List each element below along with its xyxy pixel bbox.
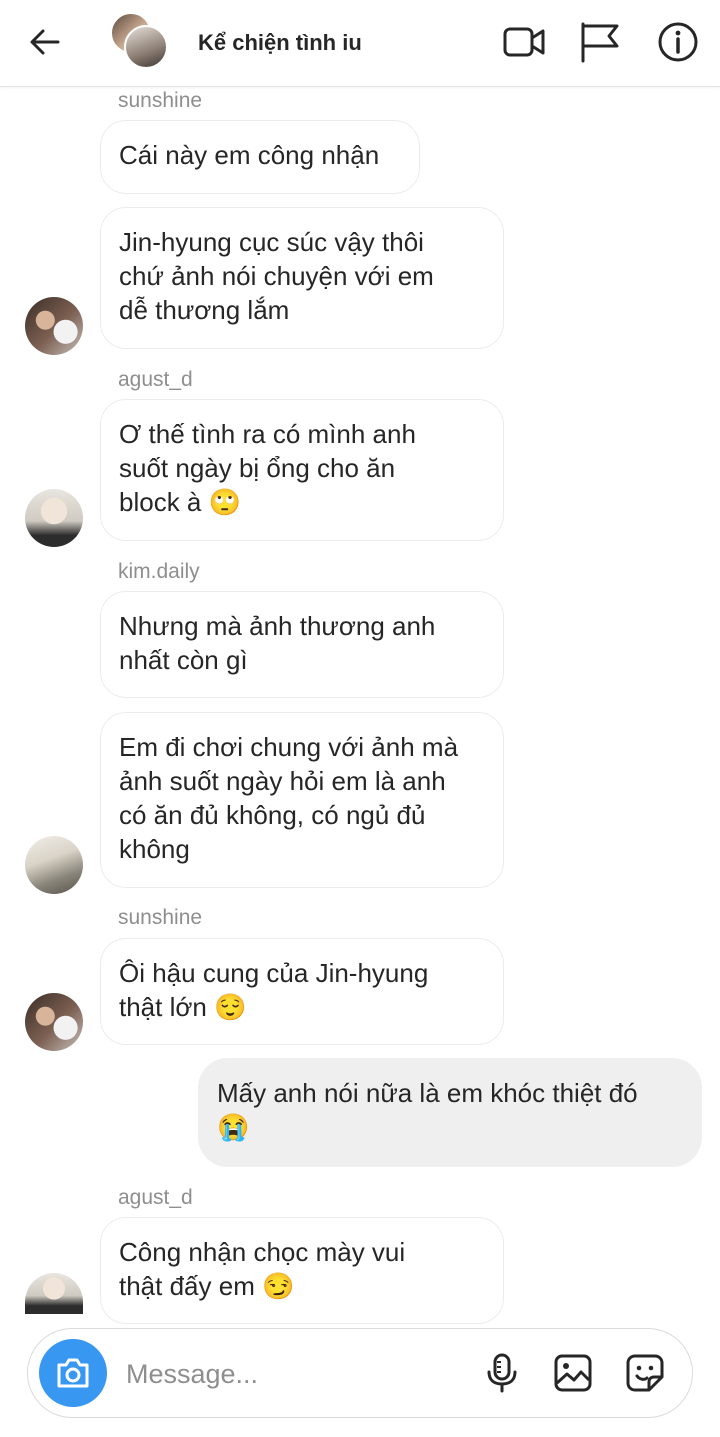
message-line: nhất còn gì bbox=[119, 645, 248, 675]
video-camera-icon[interactable] bbox=[502, 20, 546, 64]
camera-icon bbox=[57, 1358, 89, 1388]
message-line: thật lớn bbox=[119, 992, 207, 1022]
message-line: block à bbox=[119, 487, 202, 517]
loudly-crying-face-emoji: 😭 bbox=[217, 1112, 250, 1142]
microphone-icon[interactable] bbox=[482, 1353, 522, 1393]
chat-header: Kể chiện tình iu bbox=[0, 0, 720, 87]
message-line: Ôi hậu cung của Jin-hyung bbox=[119, 958, 429, 988]
own-message-bubble[interactable]: Mấy anh nói nữa là em khóc thiệt đó 😭 bbox=[198, 1058, 702, 1167]
message-username: agust_d bbox=[118, 1186, 193, 1209]
message-username: kim.daily bbox=[118, 560, 200, 583]
message-line: Ơ thế tình ra có mình anh bbox=[119, 419, 416, 449]
message-bubble[interactable]: Ơ thế tình ra có mình anh suốt ngày bị ổ… bbox=[100, 399, 504, 541]
message-line: Công nhận chọc mày vui bbox=[119, 1237, 406, 1267]
message-input[interactable] bbox=[124, 1353, 428, 1395]
sticker-icon[interactable] bbox=[625, 1353, 665, 1393]
message-line: thật đấy em bbox=[119, 1271, 255, 1301]
avatar[interactable] bbox=[25, 297, 83, 355]
arrow-left-icon[interactable] bbox=[28, 25, 64, 59]
info-icon[interactable] bbox=[656, 20, 700, 64]
message-line: không bbox=[119, 834, 190, 864]
message-text: Cái này em công nhận bbox=[119, 140, 380, 170]
message-username: sunshine bbox=[118, 89, 203, 112]
avatar[interactable] bbox=[25, 993, 83, 1051]
avatar[interactable] bbox=[25, 836, 83, 894]
chat-title[interactable]: Kể chiện tình iu bbox=[198, 30, 362, 56]
smirking-face-emoji: 😏 bbox=[262, 1271, 295, 1301]
avatar[interactable] bbox=[25, 489, 83, 547]
relieved-face-emoji: 😌 bbox=[214, 992, 247, 1022]
message-line: Mấy anh nói nữa là em khóc thiệt đó bbox=[217, 1078, 638, 1108]
message-bubble[interactable]: Ôi hậu cung của Jin-hyung thật lớn 😌 bbox=[100, 938, 504, 1045]
message-username: sunshine bbox=[118, 906, 203, 929]
message-username: agust_d bbox=[118, 368, 193, 391]
message-line: dễ thương lắm bbox=[119, 295, 290, 325]
avatar[interactable] bbox=[25, 1273, 83, 1314]
camera-button[interactable] bbox=[39, 1339, 107, 1407]
flag-icon[interactable] bbox=[578, 20, 622, 64]
message-bubble[interactable]: Nhưng mà ảnh thương anh nhất còn gì bbox=[100, 591, 504, 698]
message-line: suốt ngày bị ổng cho ăn bbox=[119, 453, 396, 483]
message-bubble[interactable]: Công nhận chọc mày vui thật đấy em 😏 bbox=[100, 1217, 504, 1324]
image-icon[interactable] bbox=[553, 1353, 593, 1393]
message-line: chứ ảnh nói chuyện với em bbox=[119, 261, 434, 291]
message-line: Nhưng mà ảnh thương anh bbox=[119, 611, 436, 641]
message-bubble[interactable]: Jin-hyung cục súc vậy thôi chứ ảnh nói c… bbox=[100, 207, 504, 349]
group-avatar-member-2 bbox=[124, 25, 168, 69]
message-bubble[interactable]: Em đi chơi chung với ảnh mà ảnh suốt ngà… bbox=[100, 712, 504, 888]
message-line: có ăn đủ không, có ngủ đủ bbox=[119, 800, 426, 830]
message-composer bbox=[27, 1328, 693, 1418]
face-with-rolling-eyes-emoji: 🙄 bbox=[208, 487, 241, 517]
message-line: ảnh suốt ngày hỏi em là anh bbox=[119, 766, 446, 796]
message-line: Jin-hyung cục súc vậy thôi bbox=[119, 227, 424, 257]
message-bubble[interactable]: Cái này em công nhận bbox=[100, 120, 420, 194]
group-avatar[interactable] bbox=[110, 12, 168, 70]
message-line: Em đi chơi chung với ảnh mà bbox=[119, 732, 459, 762]
